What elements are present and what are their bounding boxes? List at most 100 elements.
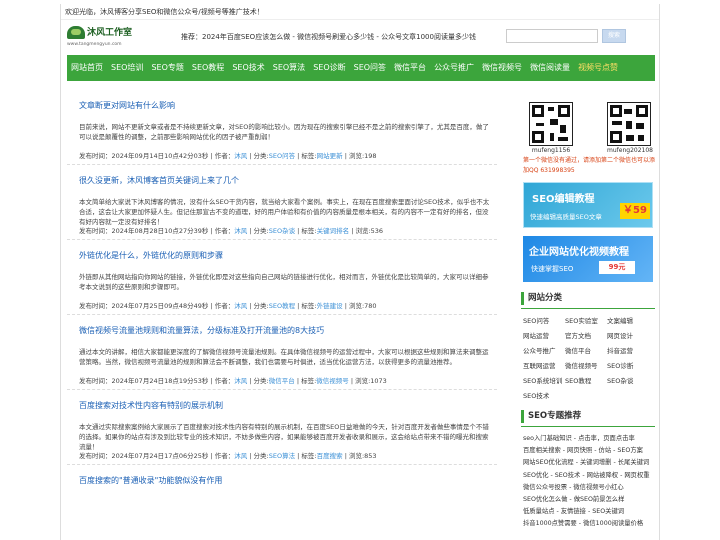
author-link[interactable]: 沐风 [234,152,247,160]
qr-label: mufeng202108 [607,147,653,154]
topic-link[interactable]: 低质量站点 - 友情链接 - SEO关键词 [523,506,657,518]
topic-link[interactable]: 微信公众号投票 - 微信视频号小红心 [523,482,657,494]
qr-codes: mufeng1156 mufeng202108 [519,90,657,154]
tag-link[interactable]: 网站更新 [317,152,343,160]
category-label: | 分类: [247,452,269,460]
nav-item[interactable]: 微信平台 [390,55,430,81]
nav-item[interactable]: SEO诊断 [309,55,349,81]
author-link[interactable]: 沐风 [234,452,247,460]
author-link[interactable]: 沐风 [234,302,247,310]
author-link[interactable]: 沐风 [234,377,247,385]
tag-link[interactable]: 外链建设 [317,302,343,310]
article-meta: 发布时间：2024年07月24日17点06分25秒 | 作者：沐风 | 分类:S… [79,450,377,460]
promo-links[interactable]: 推荐：2024年百度SEO应该怎么做 - 微信视频号刷爱心多少钱 - 公众号文章… [181,32,476,42]
qr-image [529,102,573,146]
category-link[interactable]: 抖音运营 [607,345,657,355]
category-label: | 分类: [247,377,269,385]
article-title[interactable]: 外链优化是什么，外链优化的原则和步骤 [79,250,223,261]
category-link[interactable]: 公众号推广 [523,345,565,355]
nav-item[interactable]: 公众号推广 [430,55,478,81]
article-title[interactable]: 文章断更对网站有什么影响 [79,100,175,111]
category-link[interactable]: 微信平台 [565,345,607,355]
category-link[interactable]: SEO问答 [523,315,565,325]
nav-item[interactable]: SEO问答 [350,55,390,81]
logo-icon [67,26,85,39]
logo-url: www.tangmengyun.com [67,42,122,47]
article-item: 百度搜索对技术性内容有特别的展示机制本文通过实际搜索案例给大家展示了百度搜索对技… [67,394,497,465]
tag-link[interactable]: 微信视频号 [316,377,349,385]
view-count: | 浏览:198 [342,152,377,160]
article-title[interactable]: 很久没更新，沐风博客首页关键词上来了几个 [79,175,239,186]
category-link[interactable]: SEO教程 [565,375,607,385]
tag-link[interactable]: 百度搜索 [317,452,343,460]
category-link[interactable]: 微信平台 [269,377,295,385]
search-button[interactable]: 搜索 [602,29,626,43]
topic-link[interactable]: 网站SEO优化流程 - 关键词增删 - 长尾关键词 [523,457,657,469]
logo-name: 沐风工作室 [87,28,133,38]
nav-item[interactable]: 视频号点赞 [574,55,622,81]
category-link[interactable]: SEO教程 [269,302,295,310]
author-label: | 作者： [208,152,235,160]
nav-item[interactable]: 网站首页 [67,55,107,81]
article-summary: 本文通过实际搜索案例给大家展示了百度搜索对技术性内容有特别的展示机制，在百度SE… [79,423,489,451]
author-link[interactable]: 沐风 [234,227,247,235]
category-link[interactable]: SEO诊断 [607,360,657,370]
category-link[interactable]: 网站运营 [523,330,565,340]
qr-code-1: mufeng1156 [529,102,573,154]
qr-image [607,102,651,146]
article-item: 微信视频号流量池规则和流量算法，分级标准及打开流量池的8大技巧 通过本文的讲解，相… [67,319,497,390]
article-meta: 发布时间：2024年07月25日09点48分49秒 | 作者：沐风 | 分类:S… [79,300,377,310]
article-summary: 目前来说，网站不更新文章或者是不持续更新文章，对SEO的影响比较小。因为现在的搜… [79,123,489,141]
topic-link[interactable]: seo入门基础知识 - 点击率，页面点击率 [523,433,657,445]
category-link[interactable]: 官方文档 [565,330,607,340]
tag-link[interactable]: 关键词排名 [317,227,350,235]
tag-label: | 标签: [295,302,317,310]
tag-label: | 标签: [295,452,317,460]
category-label: | 分类: [247,152,269,160]
article-item: 很久没更新，沐风博客首页关键词上来了几个 本文简单给大家说下沐风博客的情况，没有什… [67,169,497,240]
category-link[interactable]: 文案编辑 [607,315,657,325]
topic-link[interactable]: SEO优化怎么做 - 做SEO前景怎么样 [523,494,657,506]
view-count: | 浏览:1073 [348,377,387,385]
author-label: | 作者： [208,452,235,460]
nav-item[interactable]: SEO算法 [269,55,309,81]
tag-label: | 标签: [295,152,317,160]
article-title[interactable]: 微信视频号流量池规则和流量算法，分级标准及打开流量池的8大技巧 [79,325,324,336]
category-link[interactable]: SEO算法 [269,452,295,460]
search-input[interactable] [506,29,598,43]
topic-link[interactable]: SEO优化 - SEO技术 - 网站被降权 - 网页权重 [523,470,657,482]
seo-video-course-banner[interactable]: 企业网站优化视频教程 快速掌握SEO 99元 [523,236,653,282]
category-label: | 分类: [247,227,269,235]
article-summary: 外链即从其他网站指向你网站的链接，外链优化即是对这些指向自己网站的链接进行优化，… [79,273,489,291]
banner-price: ￥59 [620,203,650,219]
topic-link[interactable]: 百度相关搜索 - 网页快照 - 仿站 - SEO方案 [523,445,657,457]
category-link[interactable]: 网页设计 [607,330,657,340]
article-title[interactable]: 百度搜索对技术性内容有特别的展示机制 [79,400,223,411]
category-label: | 分类: [247,302,269,310]
article-item: 百度搜索的"普通收录"功能貌似没有作用 [67,469,497,493]
nav-item[interactable]: 微信视频号 [478,55,526,81]
seo-editing-course-banner[interactable]: SEO编辑教程 快速编辑高质量SEO文章 ￥59 [523,182,653,228]
article-meta: 发布时间：2024年09月14日10点42分03秒 | 作者：沐风 | 分类:S… [79,150,377,160]
category-link[interactable]: SEO杂谈 [607,375,657,385]
nav-item[interactable]: SEO专题 [147,55,187,81]
category-link[interactable]: SEO系统培训 [523,375,565,385]
article-title[interactable]: 百度搜索的"普通收录"功能貌似没有作用 [79,475,222,486]
nav-item[interactable]: SEO技术 [228,55,268,81]
author-label: | 作者： [208,227,235,235]
category-link[interactable]: SEO问答 [269,152,295,160]
category-link[interactable]: 微信视频号 [565,360,607,370]
nav-item[interactable]: SEO教程 [188,55,228,81]
topic-link[interactable]: 抖音1000点赞需要 - 微信1000阅读量价格 [523,518,657,530]
site-logo[interactable]: 沐风工作室 www.tangmengyun.com [67,23,137,51]
nav-item[interactable]: SEO培训 [107,55,147,81]
banner-subtitle: 快速掌握SEO [531,265,574,273]
category-link[interactable]: SEO实验室 [565,315,607,325]
qr-code-2: mufeng202108 [607,102,653,154]
author-label: | 作者： [208,377,235,385]
view-count: | 浏览:853 [342,452,377,460]
category-link[interactable]: SEO杂谈 [269,227,295,235]
category-link[interactable]: SEO技术 [523,390,565,400]
nav-item[interactable]: 微信阅读量 [526,55,574,81]
category-link[interactable]: 互联网运营 [523,360,565,370]
